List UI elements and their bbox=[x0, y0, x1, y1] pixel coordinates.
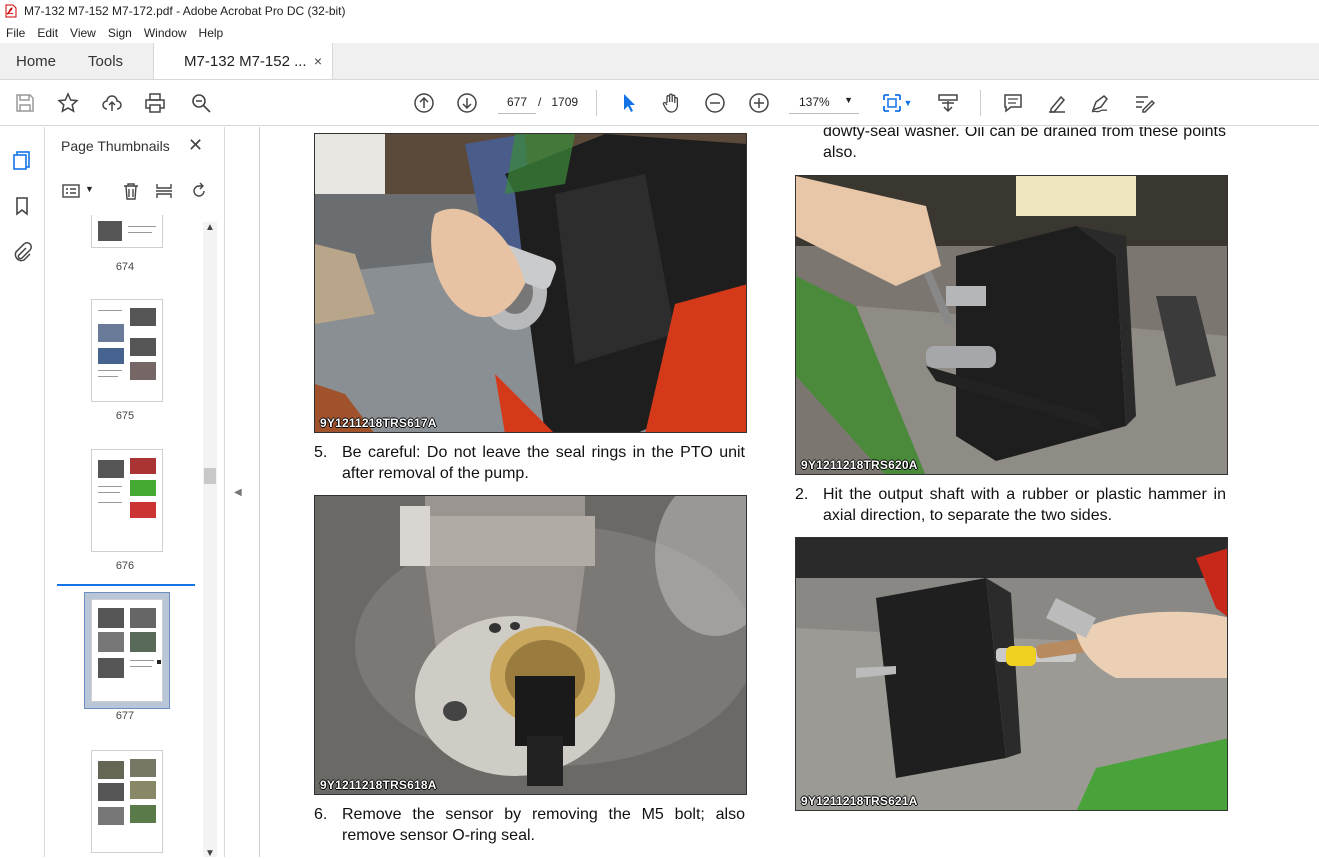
close-tab-icon[interactable]: × bbox=[314, 53, 322, 69]
toolbar-divider bbox=[596, 90, 597, 116]
figure-caption: 9Y1211218TRS617A bbox=[320, 416, 437, 430]
photo-pto-pump-removal bbox=[315, 134, 746, 432]
previous-page-icon[interactable] bbox=[412, 91, 436, 115]
figure-photo: 9Y1211218TRS620A bbox=[795, 175, 1228, 475]
collapse-panel-arrow-icon[interactable]: ◀ bbox=[234, 487, 242, 498]
toolbar-divider bbox=[980, 90, 981, 116]
thumbnail-list: 674 675 676 677 bbox=[45, 215, 205, 857]
bookmarks-icon[interactable] bbox=[11, 195, 33, 217]
page-thumbnail[interactable] bbox=[91, 449, 163, 552]
continued-text: dowty-seal washer. Oil can be drained fr… bbox=[823, 127, 1226, 163]
item-text: Hit the output shaft with a rubber or pl… bbox=[823, 486, 1226, 524]
page-thumbnail[interactable] bbox=[91, 215, 163, 248]
instruction-item: 5. Be careful: Do not leave the seal rin… bbox=[314, 442, 745, 486]
tab-bar: Home Tools M7-132 M7-152 ... × bbox=[0, 43, 1319, 80]
figure-photo: 9Y1211218TRS618A bbox=[314, 495, 747, 795]
item-number: 6. bbox=[314, 806, 328, 823]
options-chevron-down-icon[interactable]: ▼ bbox=[85, 184, 94, 194]
save-icon[interactable] bbox=[13, 91, 37, 115]
page-thumbnails-panel: Page Thumbnails ✕ ▼ 674 675 676 677 ▲ ▼ bbox=[45, 127, 225, 859]
menu-help[interactable]: Help bbox=[193, 26, 230, 40]
item-text: Remove the sensor by removing the M5 bol… bbox=[342, 806, 745, 844]
instruction-item: 6. Remove the sensor by removing the M5 … bbox=[314, 804, 745, 848]
zoom-level-select[interactable]: 137% ▼ bbox=[789, 90, 859, 114]
figure-caption: 9Y1211218TRS618A bbox=[320, 778, 437, 792]
panel-title: Page Thumbnails bbox=[61, 138, 170, 154]
zoom-out-icon[interactable] bbox=[703, 91, 727, 115]
next-page-icon[interactable] bbox=[455, 91, 479, 115]
document-page: 9Y1211218TRS617A 5. Be careful: Do not l… bbox=[260, 127, 1319, 857]
figure-photo: 9Y1211218TRS617A bbox=[314, 133, 747, 433]
sign-pen-icon[interactable] bbox=[1088, 91, 1112, 115]
scrollbar-thumb[interactable] bbox=[204, 468, 216, 484]
close-panel-icon[interactable]: ✕ bbox=[188, 135, 203, 156]
tab-tools[interactable]: Tools bbox=[72, 43, 139, 79]
panel-collapse-strip: ◀ bbox=[225, 127, 260, 857]
thumbnail-page-number: 674 bbox=[115, 261, 135, 273]
panel-toolbar: ▼ bbox=[45, 179, 225, 203]
acrobat-pdf-icon bbox=[5, 4, 17, 18]
scroll-down-icon[interactable]: ▼ bbox=[205, 848, 215, 859]
menu-sign[interactable]: Sign bbox=[102, 26, 138, 40]
window-title: M7-132 M7-152 M7-172.pdf - Adobe Acrobat… bbox=[24, 4, 346, 18]
item-text: Be careful: Do not leave the seal rings … bbox=[342, 444, 745, 482]
tab-document[interactable]: M7-132 M7-152 ... × bbox=[153, 43, 334, 79]
select-pointer-icon[interactable] bbox=[617, 91, 641, 115]
left-navigation-rail bbox=[0, 127, 45, 857]
edit-tools-icon[interactable] bbox=[1132, 91, 1156, 115]
comment-icon[interactable] bbox=[1001, 91, 1025, 115]
tab-document-label: M7-132 M7-152 ... bbox=[184, 52, 307, 70]
page-number-input[interactable]: 677 bbox=[498, 90, 536, 114]
upload-cloud-icon[interactable] bbox=[100, 91, 124, 115]
instruction-item: 2. Hit the output shaft with a rubber or… bbox=[795, 484, 1226, 528]
extract-pages-icon[interactable] bbox=[154, 181, 174, 201]
thumbnail-page-number: 677 bbox=[115, 710, 135, 722]
item-number: 5. bbox=[314, 444, 328, 461]
print-icon[interactable] bbox=[143, 91, 167, 115]
menu-file[interactable]: File bbox=[0, 26, 31, 40]
hand-tool-icon[interactable] bbox=[660, 91, 684, 115]
zoom-in-icon[interactable] bbox=[747, 91, 771, 115]
figure-photo: 9Y1211218TRS621A bbox=[795, 537, 1228, 811]
photo-sensor-removal bbox=[315, 496, 746, 794]
page-thumbnail[interactable] bbox=[91, 299, 163, 402]
search-icon[interactable] bbox=[189, 91, 213, 115]
zoom-level-value: 137% bbox=[799, 94, 830, 109]
menu-bar: File Edit View Sign Window Help bbox=[0, 22, 1319, 43]
thumbnail-page-number: 676 bbox=[115, 560, 135, 572]
figure-caption: 9Y1211218TRS621A bbox=[801, 794, 918, 808]
page-fit-chevron-icon[interactable]: ▼ bbox=[902, 91, 914, 115]
page-thumbnail[interactable] bbox=[91, 750, 163, 853]
figure-caption: 9Y1211218TRS620A bbox=[801, 458, 918, 472]
window-titlebar: M7-132 M7-152 M7-172.pdf - Adobe Acrobat… bbox=[0, 0, 1319, 22]
menu-edit[interactable]: Edit bbox=[31, 26, 64, 40]
thumbnail-options-icon[interactable] bbox=[61, 181, 81, 201]
drop-indicator bbox=[57, 584, 195, 586]
menu-window[interactable]: Window bbox=[138, 26, 193, 40]
page-thumbnail-selected[interactable] bbox=[91, 599, 163, 702]
bookmark-star-icon[interactable] bbox=[56, 91, 80, 115]
item-number: 2. bbox=[795, 486, 809, 503]
delete-trash-icon[interactable] bbox=[121, 181, 141, 201]
attachments-paperclip-icon[interactable] bbox=[11, 241, 33, 263]
page-fit-icon[interactable] bbox=[880, 91, 904, 115]
thumbnail-scrollbar[interactable]: ▲ ▼ bbox=[203, 222, 217, 859]
continued-text-body: dowty-seal washer. Oil can be drained fr… bbox=[823, 127, 1226, 161]
photo-hammer-output-shaft bbox=[796, 538, 1227, 810]
scroll-up-icon[interactable]: ▲ bbox=[205, 222, 215, 233]
scroll-mode-icon[interactable] bbox=[936, 91, 960, 115]
thumbnail-page-number: 675 bbox=[115, 410, 135, 422]
rotate-page-icon[interactable] bbox=[189, 181, 209, 201]
page-thumbnails-icon[interactable] bbox=[11, 149, 33, 171]
page-total-label: / 1709 bbox=[538, 95, 579, 109]
photo-drain-plug-wrench bbox=[796, 176, 1227, 474]
menu-view[interactable]: View bbox=[64, 26, 102, 40]
tab-home[interactable]: Home bbox=[0, 43, 72, 79]
highlight-pen-icon[interactable] bbox=[1045, 91, 1069, 115]
chevron-down-icon: ▼ bbox=[844, 95, 853, 105]
